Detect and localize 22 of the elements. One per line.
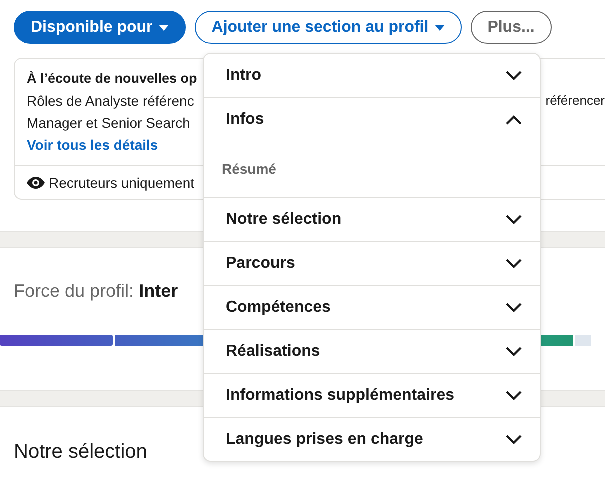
menu-item[interactable]: Notre sélection bbox=[204, 197, 540, 241]
more-button[interactable]: Plus... bbox=[470, 11, 552, 44]
visibility-label: Recruteurs uniquement bbox=[49, 174, 195, 193]
menu-item[interactable]: Intro bbox=[204, 54, 540, 97]
card-text: Rôles de Analyste référenc bbox=[27, 92, 194, 111]
card-title: À l’écoute de nouvelles op bbox=[27, 70, 198, 88]
menu-item[interactable]: Infos bbox=[204, 97, 540, 141]
menu-item[interactable]: Langues prises en charge bbox=[204, 417, 540, 461]
menu-item[interactable]: Réalisations bbox=[204, 329, 540, 373]
menu-item[interactable]: Compétences bbox=[204, 285, 540, 329]
strength-value: Inter bbox=[139, 281, 178, 301]
eye-icon bbox=[27, 177, 45, 189]
card-text: Manager et Senior Search bbox=[27, 114, 190, 133]
submenu-item[interactable]: Résumé bbox=[204, 141, 540, 197]
section-title: Notre sélection bbox=[14, 441, 148, 464]
menu-item[interactable]: Parcours bbox=[204, 241, 540, 285]
dropdown-button[interactable]: Ajouter une section au profil bbox=[194, 11, 462, 44]
dropdown-button[interactable]: Disponible pour bbox=[14, 11, 186, 44]
card-text: référencer bbox=[546, 92, 605, 110]
strength-label: Force du profil: bbox=[14, 281, 136, 301]
menu-item[interactable]: Informations supplémentaires bbox=[204, 373, 540, 417]
details-link[interactable]: Voir tous les détails bbox=[27, 135, 158, 155]
